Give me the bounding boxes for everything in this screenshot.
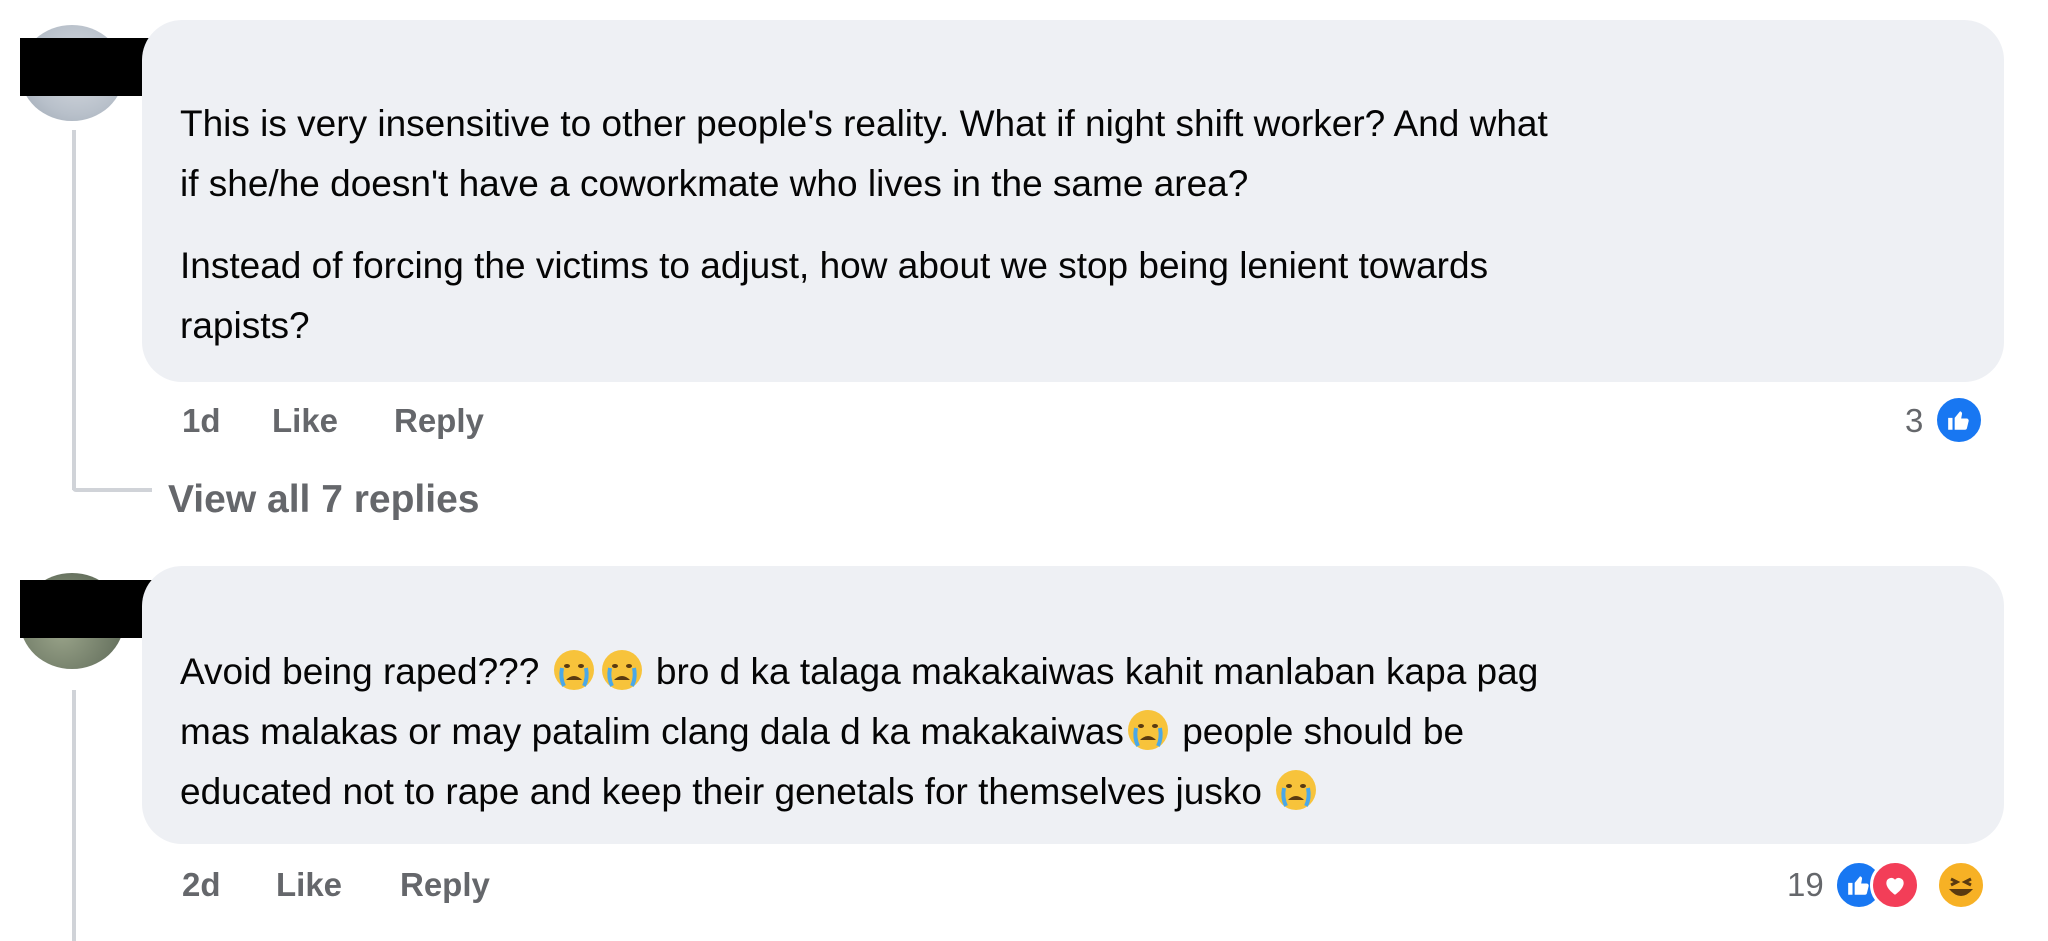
comment-text-line: if she/he doesn't have a coworkmate who … [180, 163, 1249, 204]
like-button[interactable]: Like [272, 402, 338, 440]
comment-text-line: rapists? [180, 305, 310, 346]
crying-face-emoji [1127, 710, 1168, 750]
crying-face-emoji [553, 650, 594, 690]
reaction-count[interactable]: 19 [1787, 866, 1824, 904]
thread-line [72, 690, 76, 941]
love-icon [1870, 860, 1920, 910]
comment-timestamp[interactable]: 2d [182, 866, 221, 904]
reply-button[interactable]: Reply [394, 402, 484, 440]
comment-text-line: educated not to rape and keep their gene… [180, 762, 1320, 822]
comment-text: mas malakas or may patalim clang dala d … [180, 711, 1124, 752]
view-replies-link[interactable]: View all 7 replies [168, 478, 479, 522]
haha-icon [1936, 860, 1986, 910]
comment-text-line: This is very insensitive to other people… [180, 103, 1548, 144]
comment-timestamp[interactable]: 1d [182, 402, 221, 440]
reply-button[interactable]: Reply [400, 866, 490, 904]
like-icon [1934, 395, 1984, 445]
comment-text-line: mas malakas or may patalim clang dala d … [180, 702, 1464, 762]
crying-face-emoji [1276, 770, 1317, 810]
comment-text: bro d ka talaga makakaiwas kahit manlaba… [655, 651, 1539, 692]
comment-text: Avoid being raped??? [180, 651, 540, 692]
comment-text: educated not to rape and keep their gene… [180, 771, 1262, 812]
like-button[interactable]: Like [276, 866, 342, 904]
crying-face-emoji [601, 650, 642, 690]
thread-line [72, 130, 76, 490]
comment-text: people should be [1182, 711, 1465, 752]
comment-text-line: Avoid being raped??? bro d ka talaga mak… [180, 642, 1538, 702]
thread-connector [72, 488, 152, 492]
comment-text-line: Instead of forcing the victims to adjust… [180, 245, 1489, 286]
reaction-count[interactable]: 3 [1905, 402, 1923, 440]
